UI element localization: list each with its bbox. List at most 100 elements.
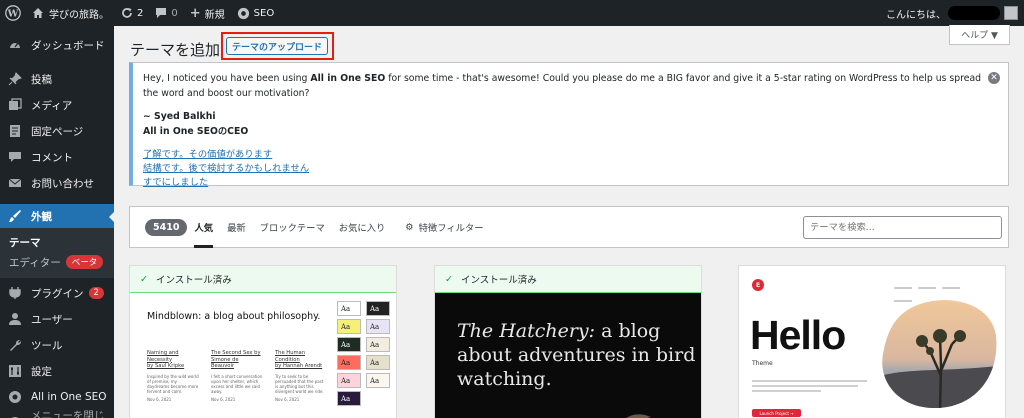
style-swatch: Aa — [337, 391, 361, 406]
installed-label: インストール済み — [155, 275, 232, 286]
account-menu[interactable]: こんにちは、 — [886, 0, 1024, 26]
submenu-item-label: エディター — [9, 256, 61, 269]
sidebar-item-aioseo[interactable]: All in One SEO — [0, 384, 114, 410]
plugin-icon — [7, 285, 23, 301]
preview-post: The Second Sex by Simone de Beauvoir I fe… — [211, 350, 263, 402]
theme-card[interactable]: E Hello Theme Launch Project → — [738, 265, 1006, 418]
sidebar-item-collapse[interactable]: メニューを閉じる — [0, 410, 114, 418]
sidebar-item-dashboard[interactable]: ダッシュボード — [0, 32, 114, 58]
sidebar-item-label: コメント — [31, 151, 73, 164]
page-title: テーマを追加 — [130, 41, 221, 59]
theme-preview-posts: Naming and Necessity by Saul Kripke Inspi… — [147, 350, 327, 403]
tab-favorites[interactable]: お気に入り — [339, 206, 386, 248]
close-icon[interactable]: ✕ — [988, 72, 1000, 84]
feature-filter-label: 特徴フィルター — [418, 223, 484, 234]
aioseo-icon — [237, 7, 250, 20]
style-swatch: Aa — [337, 337, 361, 352]
installed-banner: ✓ インストール済み — [435, 266, 701, 293]
seo-menu-link[interactable]: SEO — [231, 0, 281, 26]
admin-bar: W 学びの旅路。 2 0 + 新規 SEO こんにちは、 — [0, 0, 1024, 26]
installed-banner: ✓ インストール済み — [130, 266, 396, 293]
seo-label: SEO — [253, 7, 275, 19]
submenu-item-editor[interactable]: エディター ベータ — [0, 252, 114, 272]
desert-cactus-image — [882, 300, 997, 408]
sidebar-item-comments[interactable]: コメント — [0, 144, 114, 170]
wrench-icon — [7, 337, 23, 353]
sidebar-item-tools[interactable]: ツール — [0, 332, 114, 358]
theme-card[interactable]: ✓ インストール済み Mindblown: a blog about philo… — [129, 265, 397, 418]
sidebar-item-label: メニューを閉じる — [30, 410, 105, 418]
wordpress-logo-icon[interactable]: W — [0, 0, 26, 26]
sidebar-item-users[interactable]: ユーザー — [0, 306, 114, 332]
check-icon: ✓ — [445, 273, 453, 285]
site-name-link[interactable]: 学びの旅路。 — [26, 0, 115, 26]
sidebar-item-label: 外観 — [31, 210, 52, 223]
sidebar-item-label: 投稿 — [31, 73, 52, 86]
theme-preview-title: Hello — [750, 312, 846, 358]
sidebar-item-label: ユーザー — [31, 313, 73, 326]
sidebar-item-posts[interactable]: 投稿 — [0, 66, 114, 92]
plugins-update-badge: 2 — [88, 287, 104, 299]
preview-post: Naming and Necessity by Saul Kripke Inspi… — [147, 350, 199, 402]
redacted-username — [948, 6, 1000, 20]
rate-done-link[interactable]: すでにしました — [143, 176, 998, 190]
theme-count: 5410 — [145, 218, 188, 236]
comments-link[interactable]: 0 — [149, 0, 183, 26]
sidebar-item-label: プラグイン — [31, 287, 84, 300]
rate-later-link[interactable]: 結構です。後で検討するかもしれません — [143, 162, 998, 176]
preview-text-lines — [752, 380, 867, 395]
comment-icon — [7, 149, 23, 165]
tab-block-themes[interactable]: ブロックテーマ — [260, 206, 325, 248]
signature-title: All in One SEOのCEO — [143, 125, 249, 137]
theme-search-input[interactable] — [803, 216, 1002, 239]
notice-signature: ~ Syed Balkhi All in One SEOのCEO — [143, 110, 998, 139]
upload-theme-button[interactable]: テーマのアップロード — [226, 37, 328, 55]
theme-screenshot: Mindblown: a blog about philosophy. Nami… — [130, 293, 396, 418]
appearance-submenu: テーマ エディター ベータ — [0, 228, 114, 278]
submenu-item-label: テーマ — [9, 236, 41, 249]
sidebar-item-settings[interactable]: 設定 — [0, 358, 114, 384]
theme-card[interactable]: ✓ インストール済み The Hatchery: a blog about ad… — [434, 265, 702, 418]
sidebar-item-pages[interactable]: 固定ページ — [0, 118, 114, 144]
updates-link[interactable]: 2 — [115, 0, 149, 26]
preview-nav — [894, 281, 989, 302]
rate-yes-link[interactable]: 了解です。その価値があります — [143, 148, 998, 162]
help-tab[interactable]: ヘルプ ▼ — [949, 25, 1010, 45]
theme-screenshot: The Hatchery: a blog about adventures in… — [435, 293, 701, 418]
style-swatches: Aa Aa Aa Aa Aa Aa Aa Aa Aa Aa Aa — [337, 301, 393, 406]
submenu-item-themes[interactable]: テーマ — [0, 232, 114, 252]
sidebar-item-label: お問い合わせ — [31, 177, 94, 190]
updates-icon — [121, 7, 133, 19]
tab-latest[interactable]: 最新 — [227, 206, 246, 248]
style-swatch: Aa — [337, 355, 361, 370]
sidebar-item-media[interactable]: メディア — [0, 92, 114, 118]
notice-links: 了解です。その価値があります 結構です。後で検討するかもしれません すでにしまし… — [143, 148, 998, 190]
aioseo-review-notice: Hey, I noticed you have been using All i… — [129, 62, 1009, 188]
highlight-box: テーマのアップロード — [221, 32, 334, 60]
page-icon — [7, 123, 23, 139]
sidebar-item-label: All in One SEO — [31, 391, 107, 403]
style-swatch: Aa — [337, 301, 361, 316]
main-content: テーマを追加 テーマのアップロード ヘルプ ▼ Hey, I noticed y… — [114, 25, 1024, 418]
comments-count: 0 — [171, 7, 178, 19]
theme-screenshot: E Hello Theme Launch Project → — [739, 266, 1005, 418]
avatar[interactable] — [1004, 6, 1018, 20]
feature-filter-button[interactable]: ⚙ 特徴フィルター — [405, 206, 483, 248]
style-swatch: Aa — [337, 373, 361, 388]
new-label: 新規 — [204, 9, 225, 21]
settings-icon — [7, 363, 23, 379]
check-icon: ✓ — [140, 273, 148, 285]
tab-popular[interactable]: 人気 — [194, 206, 214, 248]
comment-icon — [155, 7, 167, 19]
theme-filter-bar: 5410 人気 最新 ブロックテーマ お気に入り ⚙ 特徴フィルター — [129, 206, 1009, 248]
style-swatch: Aa — [337, 319, 361, 334]
sidebar-item-appearance[interactable]: 外観 — [0, 204, 114, 228]
dashboard-icon — [7, 37, 23, 53]
sidebar-item-plugins[interactable]: プラグイン 2 — [0, 280, 114, 306]
sidebar-item-label: ツール — [31, 339, 63, 352]
preview-post: The Human Condition by Hannah Arendt Try … — [275, 350, 324, 402]
new-content-link[interactable]: + 新規 — [184, 0, 231, 26]
sidebar-item-contact[interactable]: お問い合わせ — [0, 170, 114, 196]
aioseo-icon — [7, 389, 23, 405]
sidebar-item-label: 固定ページ — [31, 125, 84, 138]
